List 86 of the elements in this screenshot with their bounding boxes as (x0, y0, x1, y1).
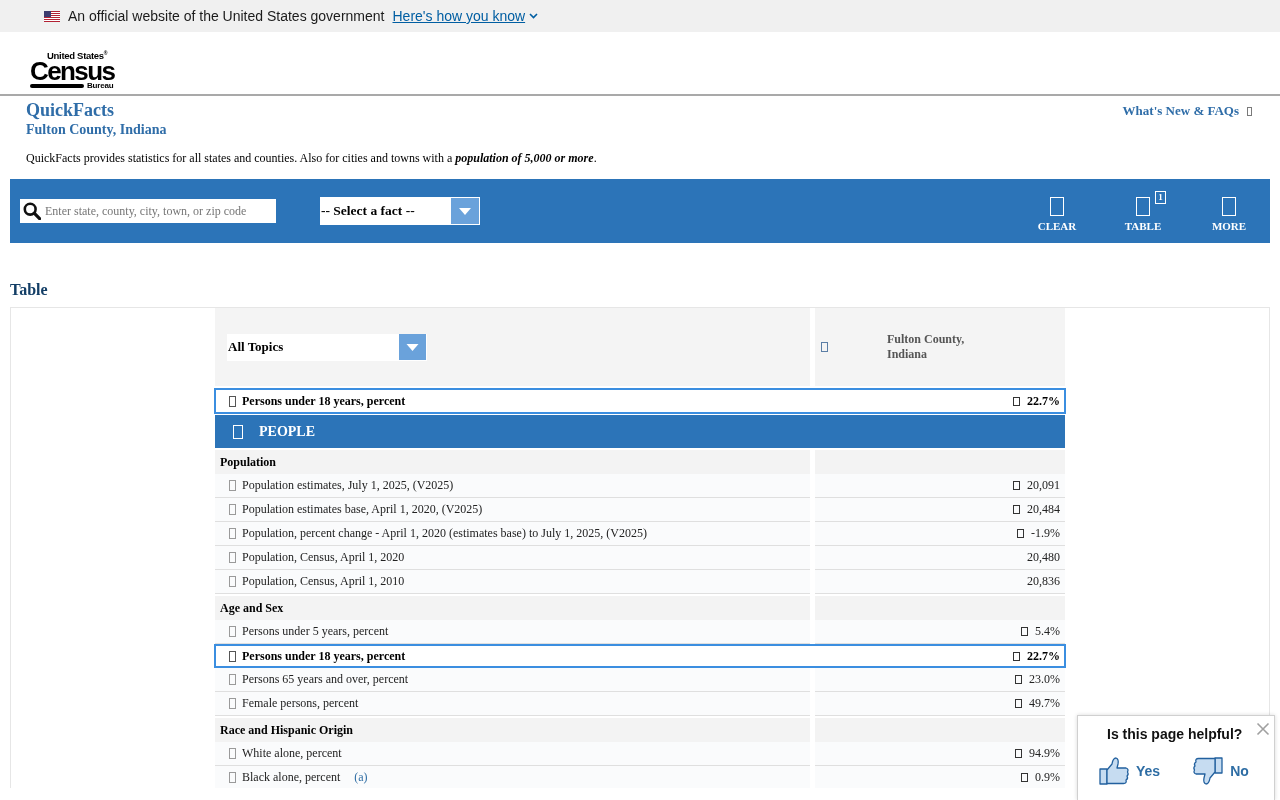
table-row[interactable]: Persons under 18 years, percent 22.7% (214, 644, 1066, 668)
rectangle-icon (1136, 196, 1150, 216)
fact-value: 22.7% (1027, 648, 1060, 664)
fact-value: 22.7% (1027, 393, 1060, 409)
page-title: QuickFacts (26, 99, 115, 121)
group-heading: Race and Hispanic Origin (215, 718, 810, 742)
toolbar-button[interactable]: TABLE 1 (1113, 189, 1173, 233)
fact-value: 20,484 (1027, 502, 1060, 517)
topic-dropdown[interactable]: All Topics (227, 333, 427, 361)
fact-label: Female persons, percent (242, 696, 359, 711)
group-heading: Age and Sex (215, 596, 810, 620)
table-row[interactable]: Persons under 18 years, percent 22.7% (214, 388, 1066, 414)
banner-text: An official website of the United States government (68, 8, 385, 24)
table-row[interactable]: Population, Census, April 1, 2020 20,480 (215, 546, 1065, 570)
rectangle-icon (1247, 106, 1252, 116)
section-heading: Table (10, 280, 49, 300)
category-bar[interactable]: PEOPLE (215, 415, 1065, 448)
fact-label: Persons 65 years and over, percent (242, 672, 409, 687)
count-badge: 1 (1155, 190, 1166, 204)
fact-value: 20,091 (1027, 478, 1060, 493)
fact-value: 20,836 (1027, 574, 1060, 589)
thumbs-up-icon (1098, 755, 1130, 787)
toolbar-button[interactable]: MORE (1199, 189, 1259, 233)
rectangle-icon (229, 748, 236, 759)
table-row[interactable]: White alone, percent 94.9% (215, 742, 1065, 766)
fact-label: Persons under 5 years, percent (242, 624, 389, 639)
fact-value: -1.9% (1031, 526, 1060, 541)
faq-link[interactable]: What's New & FAQs (1122, 103, 1252, 119)
rectangle-icon (229, 480, 236, 491)
rectangle-icon (229, 626, 236, 637)
column-heading: Fulton County, Indiana (887, 332, 966, 362)
chevron-down-icon (529, 13, 539, 19)
fact-label: Population, Census, April 1, 2020 (242, 550, 405, 565)
table-row[interactable]: Female persons, percent 49.7% (215, 692, 1065, 716)
table-row[interactable]: Black alone, percent (a) 0.9% (215, 766, 1065, 788)
rectangle-icon (229, 674, 236, 685)
fact-label: White alone, percent (242, 746, 342, 761)
yes-button[interactable]: Yes (1098, 755, 1161, 787)
thumbs-down-icon (1192, 755, 1225, 787)
caret-icon (399, 334, 426, 360)
search-icon (23, 202, 41, 220)
fact-label: Persons under 18 years, percent (242, 393, 406, 409)
close-icon[interactable] (1256, 722, 1270, 736)
no-button[interactable]: No (1192, 755, 1249, 787)
table-row[interactable]: Persons under 5 years, percent 5.4% (215, 620, 1065, 644)
table-row[interactable]: Population, Census, April 1, 2010 20,836 (215, 570, 1065, 594)
rectangle-icon (229, 395, 236, 407)
fact-value: 94.9% (1029, 746, 1060, 761)
fact-label: Persons under 18 years, percent (242, 648, 406, 664)
toolbar-button[interactable]: CLEAR (1027, 189, 1087, 233)
search-field[interactable]: Enter state, county, city, town, or zip code (20, 199, 276, 223)
category-title: PEOPLE (259, 423, 315, 440)
description-text: QuickFacts provides statistics for all states and counties. Also for cities and towns with a population of 5,000 or more. (26, 150, 598, 166)
footnote-link[interactable]: (a) (354, 770, 368, 785)
rectangle-icon (229, 772, 236, 783)
fact-label: Population estimates, July 1, 2025, (V2025) (242, 478, 454, 493)
flag-icon (44, 10, 60, 22)
feedback-question: Is this page helpful? (1107, 726, 1243, 742)
rectangle-icon (229, 552, 236, 563)
fact-value: 23.0% (1029, 672, 1060, 687)
fact-dropdown[interactable]: -- Select a fact -- (320, 197, 480, 225)
fact-value: 49.7% (1029, 696, 1060, 711)
fact-value: 5.4% (1035, 624, 1060, 639)
rectangle-icon (229, 504, 236, 515)
caret-icon (451, 198, 479, 224)
rectangle-icon (229, 698, 236, 709)
table-row[interactable]: Population estimates, July 1, 2025, (V2025) 20,091 (215, 474, 1065, 498)
fact-value: 0.9% (1035, 770, 1060, 785)
rectangle-icon (229, 576, 236, 587)
rectangle-icon (233, 424, 243, 439)
rectangle-icon (229, 650, 236, 662)
fact-label: Population, Census, April 1, 2010 (242, 574, 405, 589)
table-row[interactable]: Persons 65 years and over, percent 23.0% (215, 668, 1065, 692)
fact-label: Black alone, percent (242, 770, 341, 785)
rectangle-icon (1050, 196, 1064, 216)
table-row[interactable]: Population, percent change - April 1, 2020 (estimates base) to July 1, 2025, (V2025) -1.9% (215, 522, 1065, 546)
rectangle-icon (821, 342, 828, 352)
fact-label: Population, percent change - April 1, 2020 (estimates base) to July 1, 2025, (V2025) (242, 526, 647, 541)
fact-label: Population estimates base, April 1, 2020, (V2025) (242, 502, 483, 517)
fact-value: 20,480 (1027, 550, 1060, 565)
location-title: Fulton County, Indiana (26, 121, 167, 139)
how-you-know-link[interactable]: Here's how you know (392, 8, 539, 24)
rectangle-icon (229, 528, 236, 539)
group-heading: Population (215, 450, 810, 474)
rectangle-icon (1222, 196, 1236, 216)
table-row[interactable]: Population estimates base, April 1, 2020, (V2025) 20,484 (215, 498, 1065, 522)
